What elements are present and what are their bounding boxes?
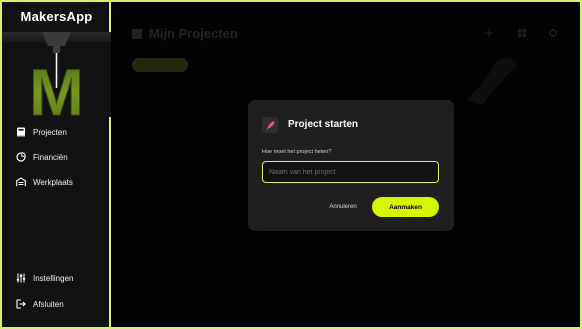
page-title-text: Mijn Projecten [149, 26, 238, 41]
sidebar-item-label: Instellingen [33, 273, 74, 283]
book-icon [132, 28, 142, 39]
project-start-dialog: Project starten Hoe moet het project het… [248, 100, 454, 231]
feather-icon [262, 117, 278, 133]
gear-icon[interactable] [548, 28, 558, 38]
brand-title: MakersApp [20, 9, 93, 24]
project-name-label: Hoe moet het project heten? [262, 149, 332, 155]
sidebar-item-label: Financiën [33, 152, 68, 162]
warehouse-icon [16, 177, 26, 187]
grid-view-icon[interactable] [517, 28, 527, 38]
project-name-input[interactable] [262, 161, 439, 183]
cancel-button[interactable]: Annuleren [323, 200, 363, 214]
sidebar-item-afsluiten[interactable]: Afsluiten [16, 296, 64, 312]
maker-logo-icon: M [29, 32, 84, 117]
sidebar-item-label: Afsluiten [33, 299, 64, 309]
sliders-icon [16, 273, 26, 283]
sidebar-item-financien[interactable]: Financiën [16, 149, 68, 165]
sidebar-item-projecten[interactable]: Projecten [16, 124, 67, 140]
filter-chip[interactable] [198, 58, 214, 72]
sidebar-item-instellingen[interactable]: Instellingen [16, 270, 73, 286]
sidebar-item-werkplaats[interactable]: Werkplaats [16, 174, 73, 190]
sidebar-item-label: Werkplaats [33, 177, 73, 187]
sidebar-item-label: Projecten [33, 127, 67, 137]
filter-chip[interactable] [258, 58, 274, 72]
logo-hero: M [2, 32, 111, 117]
filter-chip[interactable] [322, 58, 338, 72]
create-button[interactable]: Aanmaken [372, 197, 439, 217]
filter-chip-active[interactable] [132, 58, 188, 72]
add-icon[interactable] [484, 28, 494, 38]
sidebar: MakersApp M Projecten Financiën Werkplaa… [2, 2, 111, 327]
pie-chart-icon [16, 152, 26, 162]
book-icon [17, 127, 25, 137]
page-title: Mijn Projecten [132, 26, 238, 41]
empty-state-illustration-icon [467, 58, 517, 105]
logout-icon [16, 299, 26, 309]
feather-icon-glyph [265, 120, 275, 130]
dialog-title: Project starten [288, 119, 359, 130]
